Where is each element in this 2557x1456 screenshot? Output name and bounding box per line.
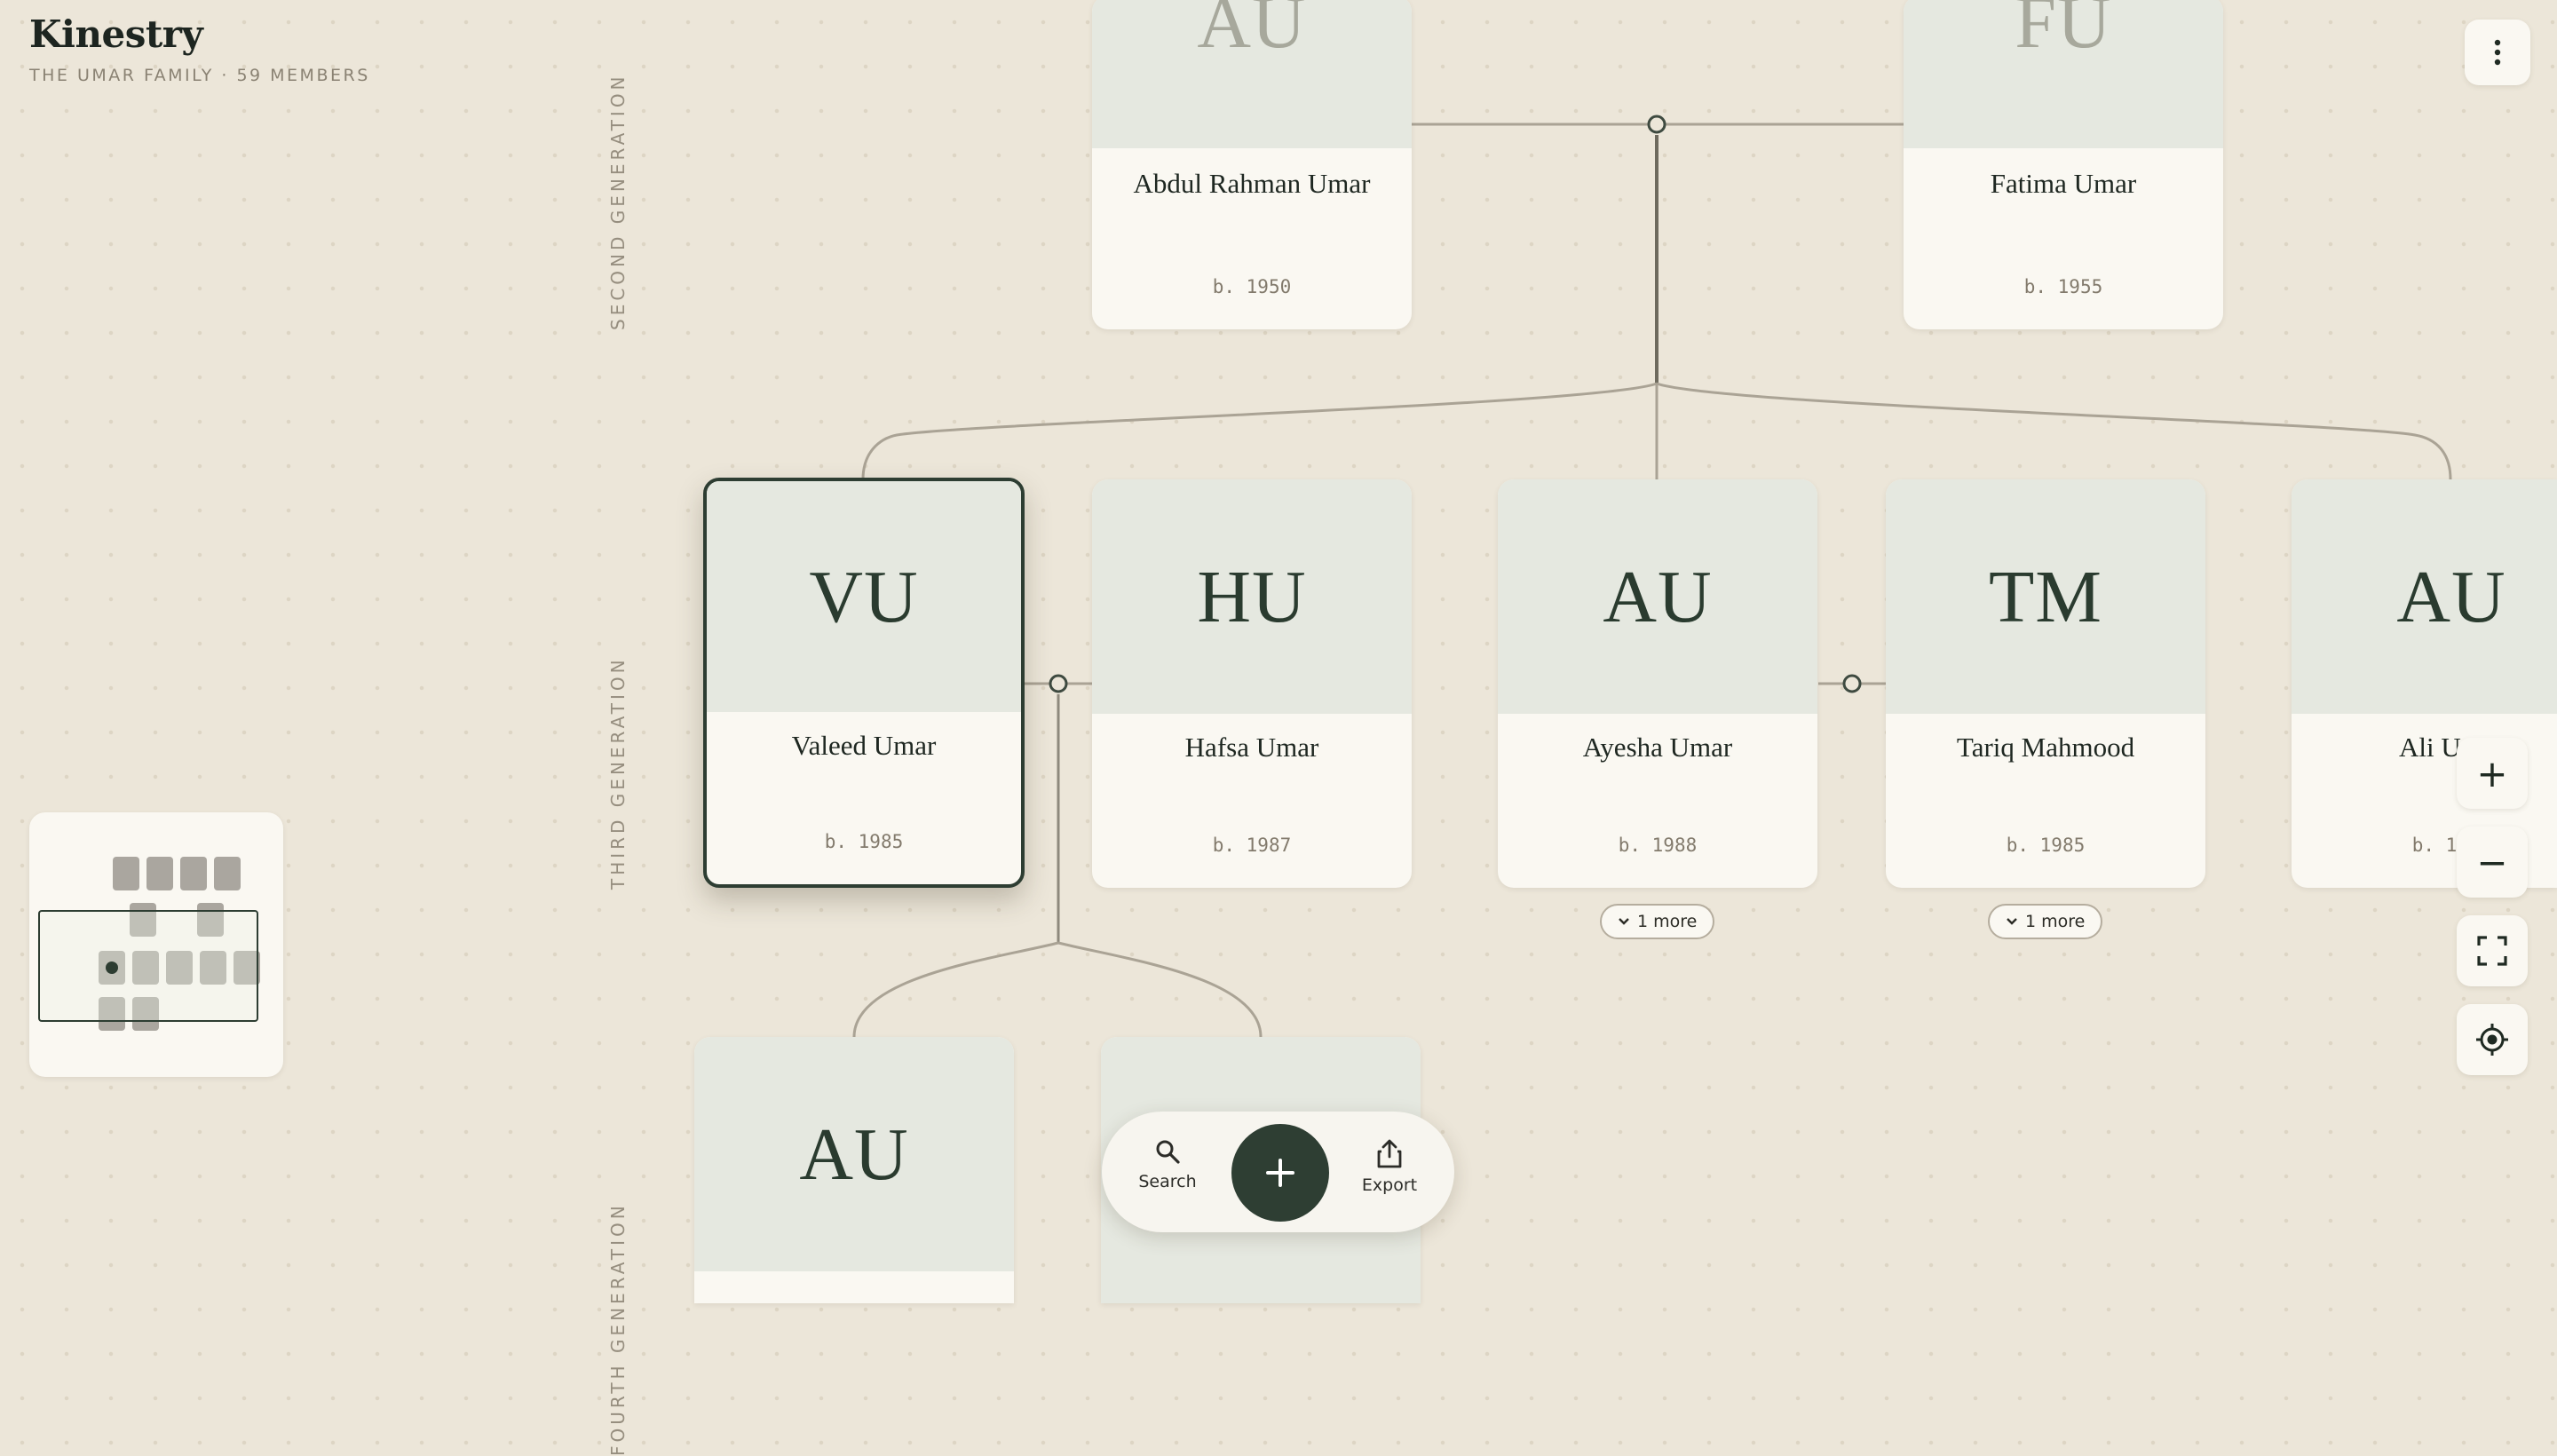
avatar: HU: [1092, 479, 1412, 714]
child-link-ali: [1656, 382, 2452, 480]
show-more-label: 1 more: [1637, 912, 1698, 931]
birth-year: b. 1987: [1212, 835, 1292, 856]
person-card-tariq-mahmood[interactable]: TM Tariq Mahmood b. 1985: [1886, 479, 2205, 888]
show-more-label: 1 more: [2025, 912, 2086, 931]
minimap-node: [214, 857, 241, 890]
union-node: [1647, 115, 1666, 134]
avatar: AU: [1092, 0, 1412, 148]
child-link-fourth-2: [1057, 941, 1263, 1038]
export-label: Export: [1361, 1175, 1418, 1195]
child-link-fourth-1: [852, 941, 1059, 1038]
person-name: Tariq Mahmood: [1956, 732, 2135, 763]
person-card-ayesha-umar[interactable]: AU Ayesha Umar b. 1988: [1498, 479, 1817, 888]
plus-icon: [1266, 1159, 1294, 1187]
zoom-in-button[interactable]: +: [2457, 738, 2528, 809]
center-on-selection-button[interactable]: [2457, 1004, 2528, 1075]
zoom-out-button[interactable]: −: [2457, 827, 2528, 898]
person-name: Ayesha Umar: [1582, 732, 1733, 763]
search-label: Search: [1138, 1172, 1197, 1191]
minimap-node: [146, 857, 173, 890]
minimap-viewport[interactable]: [38, 910, 258, 1022]
fullscreen-icon: [2477, 936, 2507, 966]
chevron-down-icon: [1619, 918, 1629, 925]
add-person-button[interactable]: [1231, 1124, 1329, 1222]
avatar: FU: [1904, 0, 2223, 148]
search-button[interactable]: Search: [1123, 1138, 1212, 1191]
avatar-initials: FU: [2015, 0, 2112, 64]
locate-target-icon: [2476, 1024, 2508, 1056]
union-node: [1842, 674, 1862, 693]
person-name: Fatima Umar: [1990, 168, 2137, 199]
show-more-children-ayesha[interactable]: 1 more: [1600, 904, 1715, 939]
share-export-icon: [1377, 1139, 1402, 1168]
avatar: VU: [707, 481, 1021, 712]
person-name: Abdul Rahman Umar: [1133, 168, 1371, 199]
person-name: Hafsa Umar: [1184, 732, 1319, 763]
person-card-fatima-umar[interactable]: FU Fatima Umar b. 1955: [1904, 0, 2223, 329]
show-more-children-tariq[interactable]: 1 more: [1988, 904, 2103, 939]
union-node: [1049, 674, 1068, 693]
chevron-down-icon: [2007, 918, 2017, 925]
avatar: AU: [2292, 479, 2557, 714]
avatar-initials: AU: [1197, 0, 1307, 64]
minimap-selected-marker: [106, 961, 118, 974]
avatar: TM: [1886, 479, 2205, 714]
export-button[interactable]: Export: [1345, 1138, 1434, 1195]
birth-year: b. 1985: [824, 831, 904, 852]
person-card-abdul-rahman-umar[interactable]: AU Abdul Rahman Umar b. 1950: [1092, 0, 1412, 329]
fit-to-screen-button[interactable]: [2457, 915, 2528, 986]
avatar: AU: [694, 1037, 1014, 1271]
person-name: Valeed Umar: [791, 730, 937, 761]
birth-year: b. 1985: [2006, 835, 2086, 856]
person-card-hafsa-umar[interactable]: HU Hafsa Umar b. 1987: [1092, 479, 1412, 888]
more-options-button[interactable]: [2465, 20, 2530, 85]
minimap-node: [180, 857, 207, 890]
bottom-toolbar: Search Export: [1102, 1112, 1454, 1232]
birth-year: b. 1950: [1212, 276, 1292, 297]
person-card-fourth-gen-1[interactable]: AU: [694, 1037, 1014, 1303]
avatar: AU: [1498, 479, 1817, 714]
person-card-valeed-umar[interactable]: VU Valeed Umar b. 1985: [703, 478, 1025, 888]
minimap[interactable]: [29, 812, 283, 1077]
minimap-node: [113, 857, 139, 890]
birth-year: b. 1988: [1618, 835, 1698, 856]
kebab-menu-icon: [2494, 39, 2501, 66]
child-link-valeed: [861, 382, 1658, 480]
search-icon: [1156, 1140, 1180, 1164]
birth-year: b. 1955: [2023, 276, 2103, 297]
